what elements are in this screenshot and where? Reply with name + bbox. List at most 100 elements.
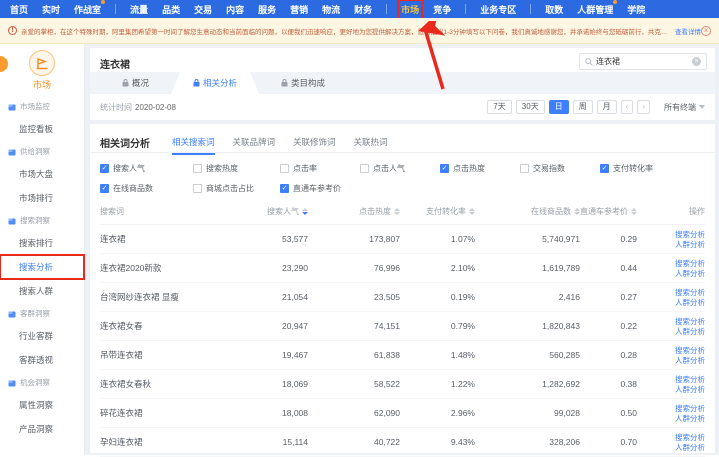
ztc-price-cell: 0.28 — [580, 350, 637, 360]
nav-item-finance[interactable]: 财务 — [354, 3, 372, 16]
checkbox-icon: ✓ — [360, 164, 369, 173]
filter-click-heat[interactable]: ✓点击热度 — [440, 163, 520, 174]
crowd-analysis-link[interactable]: 人群分析 — [675, 414, 705, 423]
nav-item-marketing[interactable]: 营销 — [290, 3, 308, 16]
sidebar-group-search-insight[interactable]: 搜索洞察 — [0, 210, 84, 231]
search-analysis-link[interactable]: 搜索分析 — [675, 230, 705, 239]
checkbox-icon: ✓ — [280, 164, 289, 173]
sidebar-item-search-ranking[interactable]: 搜索排行 — [0, 231, 84, 255]
sidebar-item-search-crowd[interactable]: 搜索人群 — [0, 279, 84, 303]
nav-item-crowd-management[interactable]: 人群管理 — [577, 3, 613, 16]
date-range-month-button[interactable]: 月 — [597, 100, 617, 114]
col-header-click-heat[interactable]: 点击热度 — [308, 206, 400, 217]
col-header-keyword[interactable]: 搜索词 — [100, 206, 240, 217]
sidebar-item-monitor-board[interactable]: 监控看板 — [0, 117, 84, 141]
crowd-analysis-link[interactable]: 人群分析 — [675, 443, 705, 452]
search-analysis-link[interactable]: 搜索分析 — [675, 346, 705, 355]
filter-online-products[interactable]: ✓在线商品数 — [100, 183, 193, 194]
sidebar-group-crowd-insight[interactable]: 客群洞察 — [0, 303, 84, 324]
tab-related-search-words[interactable]: 相关搜索词 — [172, 136, 215, 155]
sidebar-item-market-ranking[interactable]: 市场排行 — [0, 186, 84, 210]
keyword-search-input[interactable] — [596, 57, 692, 66]
sidebar-item-search-analysis[interactable]: 搜索分析 — [0, 255, 84, 279]
notice-detail-link[interactable]: 查看详情 — [675, 26, 701, 36]
filter-search-popularity[interactable]: ✓搜索人气 — [100, 163, 193, 174]
nav-item-data-extract[interactable]: 取数 — [545, 3, 563, 16]
nav-item-realtime[interactable]: 实时 — [42, 3, 60, 16]
search-analysis-link[interactable]: 搜索分析 — [675, 375, 705, 384]
search-analysis-link[interactable]: 搜索分析 — [675, 404, 705, 413]
tab-related-brand-words[interactable]: 关联品牌词 — [233, 136, 276, 155]
crowd-analysis-link[interactable]: 人群分析 — [675, 385, 705, 394]
nav-item-competition[interactable]: 竞争 — [433, 3, 451, 16]
search-analysis-link[interactable]: 搜索分析 — [675, 317, 705, 326]
next-date-button[interactable]: › — [637, 100, 650, 114]
tab-category-composition[interactable]: 类目构成 — [259, 72, 347, 94]
top-nav: 首页 实时 作战室 流量 品类 交易 内容 服务 营销 物流 财务 市场 竞争 … — [0, 0, 719, 18]
date-range-day-button[interactable]: 日 — [549, 100, 569, 114]
nav-item-content[interactable]: 内容 — [226, 3, 244, 16]
filter-search-heat[interactable]: ✓搜索热度 — [193, 163, 280, 174]
nav-item-academy[interactable]: 学院 — [627, 3, 645, 16]
nav-item-war-room[interactable]: 作战室 — [74, 3, 101, 16]
nav-item-market[interactable]: 市场 — [401, 3, 419, 16]
filter-transaction-index[interactable]: ✓交易指数 — [520, 163, 600, 174]
date-range-30d-button[interactable]: 30天 — [516, 100, 545, 114]
filter-click-rate[interactable]: ✓点击率 — [280, 163, 360, 174]
search-analysis-link[interactable]: 搜索分析 — [675, 259, 705, 268]
keyword-cell: 碎花连衣裙 — [100, 407, 240, 419]
crowd-analysis-link[interactable]: 人群分析 — [675, 298, 705, 307]
ztc-price-cell: 0.70 — [580, 437, 637, 447]
tab-related-hot-words[interactable]: 关联热词 — [354, 136, 388, 155]
col-header-search-popularity[interactable]: 搜索人气 — [240, 206, 308, 217]
sidebar-item-market-overview[interactable]: 市场大盘 — [0, 162, 84, 186]
nav-divider — [386, 4, 387, 14]
sidebar-item-attribute-insight[interactable]: 属性洞察 — [0, 393, 84, 417]
clear-input-icon[interactable]: × — [692, 57, 701, 66]
search-icon — [585, 58, 593, 66]
sidebar-item-crowd-perspective[interactable]: 客群透视 — [0, 348, 84, 372]
sidebar-item-industry-crowd[interactable]: 行业客群 — [0, 324, 84, 348]
nav-item-traffic[interactable]: 流量 — [130, 3, 148, 16]
main-content: 连衣裙 × 概况 相关分析 类目构成 统计时间2020-02-08 — [85, 44, 719, 455]
payment-conversion-cell: 2.96% — [400, 408, 475, 418]
nav-item-trade[interactable]: 交易 — [194, 3, 212, 16]
crowd-analysis-link[interactable]: 人群分析 — [675, 327, 705, 336]
related-words-card: 相关词分析 相关搜索词 关联品牌词 关联修饰词 关联热词 ✓搜索人气 ✓搜索热度… — [90, 124, 715, 453]
checkbox-icon: ✓ — [520, 164, 529, 173]
col-header-online-products[interactable]: 在线商品数 — [475, 206, 580, 217]
crowd-analysis-link[interactable]: 人群分析 — [675, 269, 705, 278]
tab-related-modifier-words[interactable]: 关联修饰词 — [293, 136, 336, 155]
notice-close-icon[interactable]: × — [701, 26, 711, 36]
keyword-cell: 连衣裙2020新款 — [100, 262, 240, 274]
search-analysis-link[interactable]: 搜索分析 — [675, 433, 705, 442]
nav-item-home[interactable]: 首页 — [10, 3, 28, 16]
tab-related-analysis[interactable]: 相关分析 — [171, 72, 259, 94]
search-analysis-link[interactable]: 搜索分析 — [675, 288, 705, 297]
nav-item-business-zone[interactable]: 业务专区 — [480, 3, 516, 16]
sidebar-group-opportunity-insight[interactable]: 机会洞察 — [0, 372, 84, 393]
crowd-analysis-link[interactable]: 人群分析 — [675, 240, 705, 249]
date-range-week-button[interactable]: 周 — [573, 100, 593, 114]
filter-ztc-reference-price[interactable]: ✓直通车参考价 — [280, 183, 360, 194]
payment-conversion-cell: 2.10% — [400, 263, 475, 273]
tab-overview[interactable]: 概况 — [100, 72, 171, 94]
date-range-7d-button[interactable]: 7天 — [487, 100, 511, 114]
prev-date-button[interactable]: ‹ — [621, 100, 634, 114]
nav-item-category[interactable]: 品类 — [162, 3, 180, 16]
terminal-select[interactable]: 所有终端 — [664, 102, 705, 113]
filter-click-popularity[interactable]: ✓点击人气 — [360, 163, 440, 174]
sidebar-group-market-monitor[interactable]: 市场监控 — [0, 96, 84, 117]
click-heat-cell: 62,090 — [308, 408, 400, 418]
col-header-ztc-price[interactable]: 直通车参考价 — [580, 206, 637, 217]
col-header-payment-conversion[interactable]: 支付转化率 — [400, 206, 475, 217]
nav-item-logistics[interactable]: 物流 — [322, 3, 340, 16]
filter-payment-conversion[interactable]: ✓支付转化率 — [600, 163, 705, 174]
sidebar-item-product-insight[interactable]: 产品洞察 — [0, 417, 84, 441]
checkbox-icon: ✓ — [193, 184, 202, 193]
filter-mall-click-ratio[interactable]: ✓商城点击占比 — [193, 183, 280, 194]
nav-item-service[interactable]: 服务 — [258, 3, 276, 16]
crowd-analysis-link[interactable]: 人群分析 — [675, 356, 705, 365]
market-module-icon — [29, 50, 55, 76]
sidebar-group-supply-insight[interactable]: 供给洞察 — [0, 141, 84, 162]
